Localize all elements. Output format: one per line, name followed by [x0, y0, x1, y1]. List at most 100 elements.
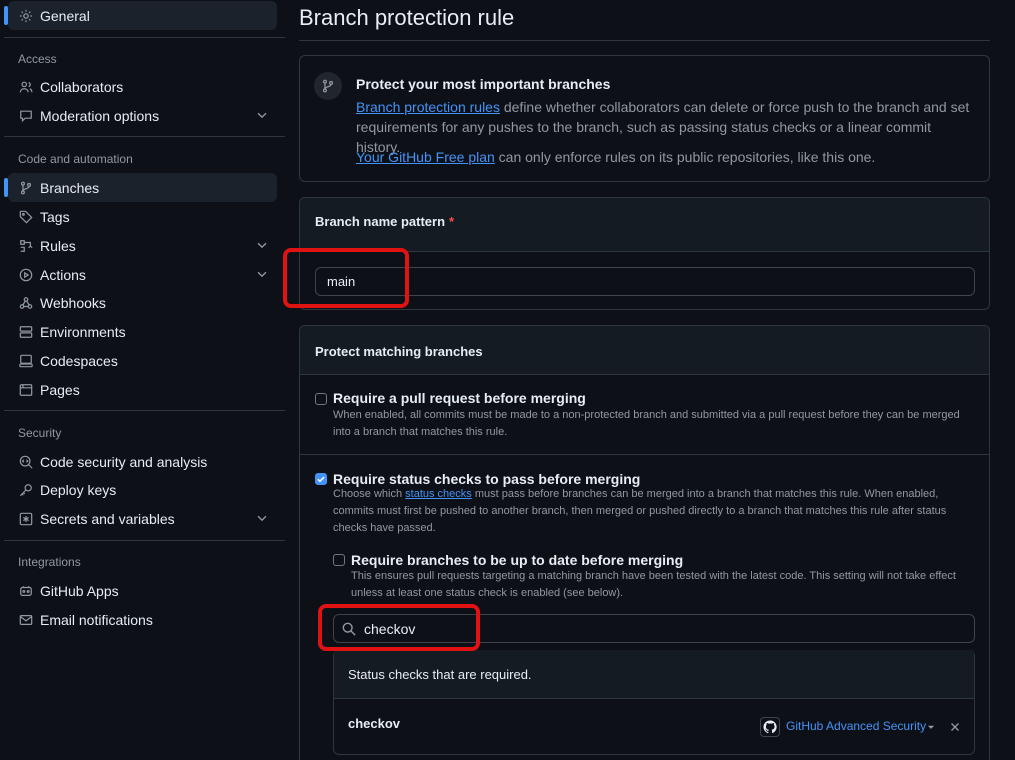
require-up-to-date-title: Require branches to be up to date before…	[351, 552, 684, 568]
sidebar-item-label: Branches	[40, 179, 100, 196]
sidebar-item-codespaces[interactable]: Codespaces	[8, 346, 277, 375]
close-icon[interactable]	[948, 720, 962, 734]
require-up-to-date-description: This ensures pull requests targeting a m…	[351, 570, 956, 599]
group-label-integrations: Integrations	[18, 555, 81, 569]
branch-protection-rules-link[interactable]: Branch protection rules	[356, 99, 500, 115]
required-checks-header-text: Status checks that are required.	[348, 667, 532, 682]
sidebar-item-moderation[interactable]: Moderation options	[8, 101, 277, 130]
tag-icon	[18, 209, 34, 225]
asterisk-icon	[18, 511, 34, 527]
sidebar-item-label: GitHub Apps	[40, 582, 119, 599]
branch-icon	[314, 72, 342, 100]
require-up-to-date-checkbox[interactable]	[333, 554, 345, 566]
codespaces-icon	[18, 353, 34, 369]
comment-icon	[18, 108, 34, 124]
sidebar-item-github-apps[interactable]: GitHub Apps	[8, 576, 277, 605]
sidebar-item-webhooks[interactable]: Webhooks	[8, 288, 277, 317]
group-label-access: Access	[18, 52, 57, 66]
plan-notice: Your GitHub Free plan can only enforce r…	[356, 149, 875, 165]
protect-branches-section: Protect matching branches Require a pull…	[299, 325, 990, 760]
browser-icon	[18, 382, 34, 398]
required-checks-header: Status checks that are required.	[334, 650, 974, 699]
divider	[4, 540, 285, 541]
section-header: Branch name pattern *	[300, 198, 989, 252]
sidebar-item-secrets[interactable]: Secrets and variables	[8, 504, 277, 533]
sidebar-item-branches[interactable]: Branches	[4, 173, 277, 202]
rules-icon	[18, 238, 34, 254]
branch-icon	[18, 180, 34, 196]
sidebar-item-code-security[interactable]: Code security and analysis	[8, 447, 277, 476]
sidebar-item-label: Code security and analysis	[40, 453, 208, 470]
branch-pattern-label: Branch name pattern *	[315, 214, 454, 229]
codescan-icon	[18, 454, 34, 470]
check-icon	[317, 476, 325, 483]
require-pr-description: When enabled, all commits must be made t…	[333, 409, 960, 438]
chevron-down-icon	[257, 112, 267, 119]
require-pr-checkbox[interactable]	[315, 393, 327, 405]
sidebar-item-actions[interactable]: Actions	[8, 260, 277, 289]
sidebar-item-label: Actions	[40, 266, 86, 283]
sidebar-item-label: Tags	[40, 208, 70, 225]
free-plan-link[interactable]: Your GitHub Free plan	[356, 149, 495, 165]
gear-icon	[18, 8, 34, 24]
status-check-name: checkov	[348, 716, 401, 731]
info-description: Branch protection rules define whether c…	[356, 97, 976, 157]
chevron-down-icon	[257, 271, 267, 278]
apps-icon	[18, 583, 34, 599]
sidebar-item-label: Pages	[40, 381, 80, 398]
divider	[4, 37, 285, 38]
status-desc-pre: Choose which	[333, 488, 406, 500]
settings-sidebar: General Access Collaborators Moderation …	[0, 0, 285, 760]
sidebar-item-email-notifications[interactable]: Email notifications	[8, 605, 277, 634]
section-header: Protect matching branches	[300, 326, 989, 375]
chevron-down-icon	[257, 242, 267, 249]
group-label-code-automation: Code and automation	[18, 152, 133, 166]
sidebar-item-label: Deploy keys	[40, 481, 117, 498]
github-logo-icon	[760, 717, 780, 737]
highlight-annotation	[318, 604, 480, 651]
info-box: Protect your most important branches Bra…	[299, 55, 990, 182]
status-checks-link[interactable]: status checks	[405, 488, 472, 500]
sidebar-item-general[interactable]: General	[4, 1, 277, 30]
webhook-icon	[18, 295, 34, 311]
app-select-button[interactable]: GitHub Advanced Security	[786, 719, 926, 733]
require-status-checks-checkbox[interactable]	[315, 473, 327, 485]
branch-pattern-label-text: Branch name pattern	[315, 214, 446, 229]
sidebar-item-label: Webhooks	[40, 294, 106, 311]
sidebar-item-collaborators[interactable]: Collaborators	[8, 72, 277, 101]
sidebar-item-label: Rules	[40, 237, 76, 254]
key-icon	[18, 482, 34, 498]
caret-down-icon[interactable]	[926, 722, 936, 732]
require-pr-title: Require a pull request before merging	[333, 390, 586, 406]
plan-notice-text: can only enforce rules on its public rep…	[494, 149, 876, 165]
sidebar-item-label: General	[40, 7, 90, 24]
required-mark: *	[449, 214, 455, 229]
sidebar-item-label: Moderation options	[40, 107, 160, 124]
require-status-checks-description: Choose which status checks must pass bef…	[333, 486, 978, 537]
page-title: Branch protection rule	[299, 5, 515, 30]
sidebar-item-label: Secrets and variables	[40, 510, 175, 527]
highlight-annotation	[283, 248, 409, 308]
require-status-checks-title: Require status checks to pass before mer…	[333, 471, 641, 487]
divider	[299, 40, 990, 41]
sidebar-item-label: Collaborators	[40, 78, 124, 95]
server-icon	[18, 324, 34, 340]
branch-pattern-input[interactable]: main	[315, 267, 975, 296]
sidebar-item-label: Codespaces	[40, 352, 118, 369]
play-icon	[18, 267, 34, 283]
required-status-checks-panel: Status checks that are required. checkov…	[333, 650, 975, 755]
sidebar-item-deploy-keys[interactable]: Deploy keys	[8, 475, 277, 504]
mail-icon	[18, 612, 34, 628]
divider	[300, 454, 989, 455]
info-heading: Protect your most important branches	[356, 76, 611, 92]
sidebar-item-environments[interactable]: Environments	[8, 317, 277, 346]
sidebar-item-pages[interactable]: Pages	[8, 375, 277, 404]
sidebar-item-label: Email notifications	[40, 611, 153, 628]
sidebar-item-rules[interactable]: Rules	[8, 231, 277, 260]
group-label-security: Security	[18, 426, 62, 440]
people-icon	[18, 79, 34, 95]
chevron-down-icon	[257, 515, 267, 522]
sidebar-item-label: Environments	[40, 323, 126, 340]
divider	[4, 136, 285, 137]
sidebar-item-tags[interactable]: Tags	[8, 202, 277, 231]
